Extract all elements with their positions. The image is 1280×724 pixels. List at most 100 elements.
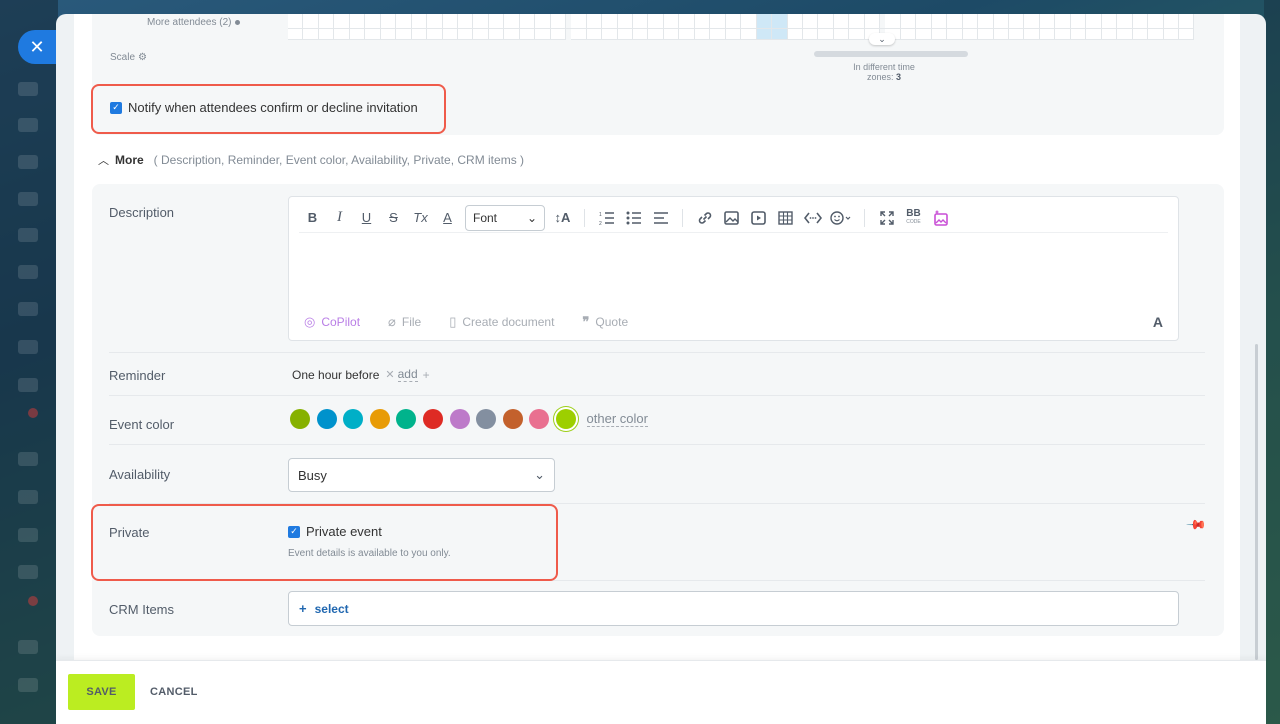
description-label: Description: [109, 205, 175, 220]
add-reminder-link[interactable]: add: [397, 367, 418, 382]
attach-file-button[interactable]: ⌀ File: [388, 314, 421, 330]
font-size-button[interactable]: ↕A: [549, 206, 576, 230]
fullscreen-icon[interactable]: [873, 206, 900, 230]
editor-footer: ◎ CoPilot ⌀ File ▯ Create document ❞ Quo…: [304, 314, 1163, 330]
event-color-label: Event color: [109, 417, 175, 432]
form-footer: SAVE CANCEL: [56, 660, 1266, 724]
color-swatch[interactable]: [529, 409, 550, 429]
cancel-button[interactable]: CANCEL: [150, 674, 198, 710]
link-icon[interactable]: [691, 206, 718, 230]
bg-icon: [18, 378, 38, 392]
color-swatch[interactable]: [476, 409, 497, 429]
more-list: ( Description, Reminder, Event color, Av…: [153, 153, 525, 167]
code-icon[interactable]: [799, 206, 826, 230]
divider: [109, 444, 1205, 445]
bg-badge: [28, 596, 38, 606]
bbcode-icon[interactable]: BB CODE: [900, 206, 927, 230]
crm-items-label: CRM Items: [109, 602, 174, 617]
color-swatch[interactable]: [502, 409, 523, 429]
svg-text:1: 1: [599, 212, 602, 218]
italic-button[interactable]: I: [326, 206, 353, 230]
color-swatch[interactable]: [316, 409, 337, 429]
color-swatch[interactable]: [396, 409, 417, 429]
color-swatch[interactable]: [449, 409, 470, 429]
more-attendees[interactable]: More attendees (2): [147, 17, 240, 28]
reminder-label: Reminder: [109, 368, 166, 383]
bg-icon: [18, 302, 38, 316]
align-icon[interactable]: [647, 206, 674, 230]
text-format-toggle[interactable]: A: [1153, 314, 1163, 330]
bold-button[interactable]: B: [299, 206, 326, 230]
more-title: More: [115, 153, 144, 167]
plus-icon[interactable]: +: [423, 368, 430, 382]
copilot-label: CoPilot: [321, 315, 361, 329]
other-color-link[interactable]: other color: [586, 411, 648, 427]
color-picker: other color: [290, 409, 648, 429]
emoji-icon[interactable]: [826, 206, 856, 230]
timezone-count: 3: [896, 72, 902, 82]
create-document-button[interactable]: ▯ Create document: [449, 314, 554, 330]
close-slider-button[interactable]: ✕: [18, 30, 56, 64]
description-editor[interactable]: B I U S Tx A Font ⌄ ↕A 12 BB CODE ◎ CoPi…: [288, 196, 1179, 341]
strikethrough-button[interactable]: S: [380, 206, 407, 230]
bg-icon: [18, 82, 38, 96]
crm-select-field[interactable]: + select: [288, 591, 1179, 626]
text-color-button[interactable]: A: [434, 206, 461, 230]
more-section-toggle[interactable]: ︿ More ( Description, Reminder, Event co…: [98, 152, 524, 168]
color-swatch[interactable]: [369, 409, 390, 429]
reminder-field: One hour before ✕ add +: [292, 367, 430, 382]
document-icon: ▯: [449, 314, 457, 329]
vertical-scrollbar[interactable]: [1255, 344, 1258, 660]
quote-button[interactable]: ❞ Quote: [582, 314, 628, 330]
table-icon[interactable]: [772, 206, 799, 230]
create-document-label: Create document: [462, 315, 555, 329]
event-edit-slider: More attendees (2) Scale ⚙ ⌄ In different…: [56, 14, 1266, 724]
save-button[interactable]: SAVE: [68, 674, 135, 710]
video-icon[interactable]: [745, 206, 772, 230]
color-swatch[interactable]: [290, 409, 310, 429]
image-icon[interactable]: [718, 206, 745, 230]
scale-setting[interactable]: Scale ⚙: [110, 52, 147, 63]
editor-toolbar: B I U S Tx A Font ⌄ ↕A 12 BB CODE: [299, 203, 1168, 233]
color-swatch-selected[interactable]: [555, 409, 576, 429]
font-select[interactable]: Font ⌄: [465, 204, 545, 231]
availability-select[interactable]: Busy ⌄: [288, 458, 555, 492]
paperclip-icon: ⌀: [388, 314, 396, 329]
underline-button[interactable]: U: [353, 206, 380, 230]
color-swatch[interactable]: [422, 409, 443, 429]
background-right: [1264, 0, 1280, 724]
color-swatch[interactable]: [343, 409, 364, 429]
toolbar-divider: [864, 208, 865, 227]
gear-icon[interactable]: ⚙: [138, 52, 147, 63]
ai-image-icon[interactable]: [927, 206, 954, 230]
divider: [109, 395, 1205, 396]
bg-icon: [18, 528, 38, 542]
private-highlight: [91, 504, 558, 581]
plus-icon: +: [299, 601, 307, 616]
timezone-note: In different time zones: 3: [834, 62, 934, 82]
timezone-note-suffix: zones:: [866, 72, 894, 82]
background-sidebar: [0, 0, 58, 724]
bullet-list-icon[interactable]: [620, 206, 647, 230]
notify-highlight: [91, 84, 446, 134]
crm-select-link[interactable]: select: [315, 602, 349, 616]
bg-icon: [18, 228, 38, 242]
clear-format-button[interactable]: Tx: [407, 206, 434, 230]
pin-icon[interactable]: 📌: [1185, 514, 1207, 537]
chevron-down-icon: ⌄: [526, 210, 537, 225]
toolbar-divider: [584, 208, 585, 227]
numbered-list-icon[interactable]: 12: [593, 206, 620, 230]
bbcode-label: BB: [906, 207, 921, 219]
schedule-scrollbar[interactable]: [814, 51, 968, 57]
bg-icon: [18, 640, 38, 654]
bg-icon: [18, 565, 38, 579]
remove-reminder-icon[interactable]: ✕: [385, 368, 394, 381]
font-select-label: Font: [473, 210, 498, 225]
scale-label: Scale: [110, 52, 136, 63]
bg-icon: [18, 192, 38, 206]
copilot-button[interactable]: ◎ CoPilot: [304, 314, 360, 330]
chevron-down-icon[interactable]: ⌄: [869, 33, 895, 45]
reminder-value: One hour before: [292, 367, 380, 382]
more-attendees-label: More attendees (2): [147, 17, 232, 28]
close-icon: ✕: [29, 36, 45, 57]
